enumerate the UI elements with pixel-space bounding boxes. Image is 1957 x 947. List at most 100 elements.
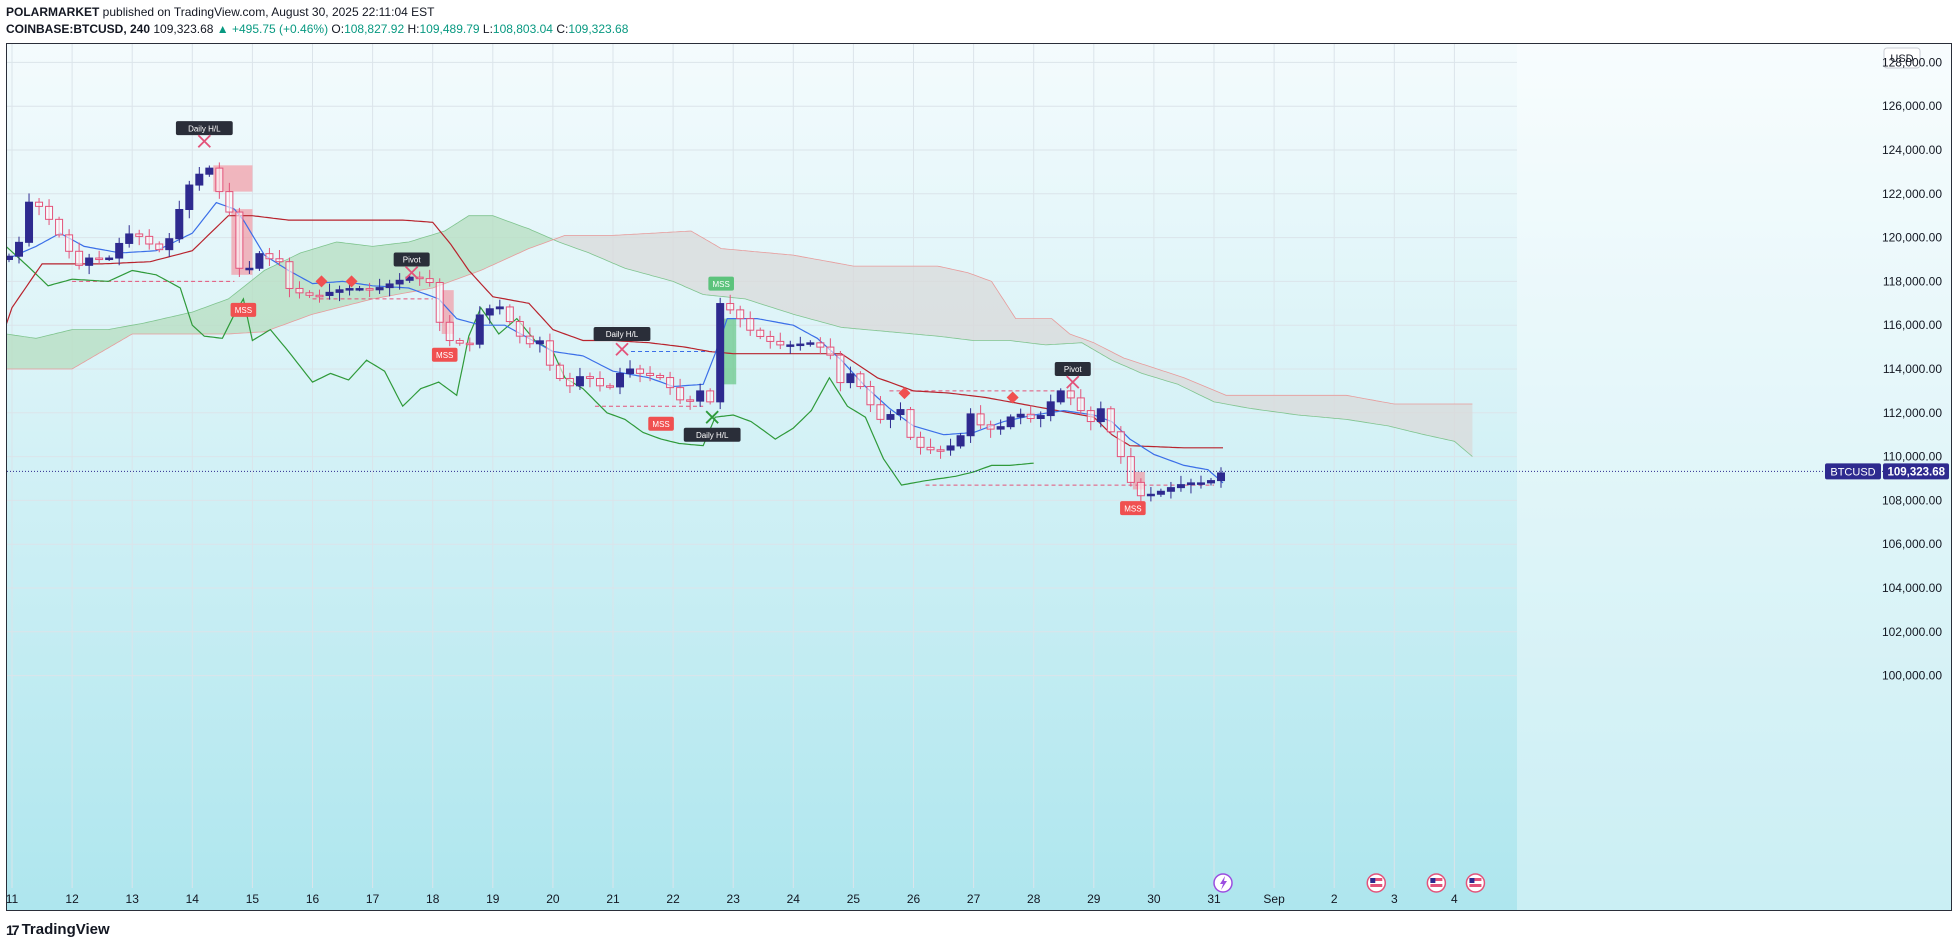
candle-bullish [15,241,24,257]
candle-bullish [796,343,805,347]
us-flag-icon [1426,873,1447,893]
author-name[interactable]: POLARMARKET [6,5,99,19]
candle-bullish [475,314,484,345]
candle-bullish [1146,493,1155,497]
tradingview-footer[interactable]: 17 TradingView [6,921,110,938]
mss-badge-text: MSS [652,420,669,429]
candle-bullish [485,308,494,316]
candle-bearish [135,233,144,237]
us-flag-icon-circle [1426,873,1447,893]
time-tick-label: 18 [426,892,440,906]
candle-bearish [65,234,74,252]
candle-bearish [816,342,825,348]
candle-bearish [515,321,524,337]
candle-bullish [355,288,364,291]
flag-stripe [1370,884,1383,887]
candle-bullish [575,376,584,387]
time-tick-label: 12 [65,892,79,906]
candle-bullish [696,390,705,402]
candle-bearish [445,321,454,342]
time-tick-label: 30 [1147,892,1161,906]
pivot-badge: Pivot [393,252,430,267]
candle-bearish [1106,408,1115,433]
time-tick-label: 16 [306,892,320,906]
price-tick-label: 128,000.00 [1882,55,1942,69]
candle-bullish [165,238,174,251]
candle-bearish [425,278,434,283]
close-label: C: [556,22,569,36]
candle-bullish [375,287,384,291]
time-tick-label: 13 [126,892,140,906]
time-tick-label: 22 [666,892,680,906]
chart-frame[interactable]: Daily H/L MSS Pivot MSS Daily H/L MSS MSS Daily… [6,43,1952,911]
time-tick-label: 3 [1391,892,1398,906]
mss-badge-text: MSS [235,306,252,315]
flag-canton [1370,878,1376,883]
candle-bearish [926,446,935,451]
candle-bullish [105,257,114,261]
candle-bearish [435,281,444,323]
publish-info: published on TradingView.com, August 30,… [102,5,435,19]
candle-bullish [896,409,905,416]
mss-badge-bull-text: MSS [713,280,730,289]
candle-bearish [155,243,164,251]
time-tick-label: 15 [246,892,260,906]
candle-bearish [836,354,845,384]
candle-bullish [886,414,895,420]
price-tick-label: 122,000.00 [1882,187,1942,201]
time-tick-label: 20 [546,892,560,906]
tradingview-brand: TradingView [21,921,110,938]
candle-bullish [786,344,795,347]
open-label: O: [331,22,345,36]
low-value: 108,803.04 [492,22,553,36]
candle-bullish [1016,413,1025,418]
candle-bearish [1076,397,1085,412]
candle-bullish [185,184,194,210]
candle-bearish [145,235,154,245]
daily-hl-badge: Daily H/L [683,427,741,442]
candle-bearish [275,258,284,263]
time-tick-label: Sep [1263,892,1285,906]
price-tick-label: 120,000.00 [1882,231,1942,245]
candle-bearish [876,404,885,420]
candle-bullish [325,291,334,296]
candle-bearish [826,346,835,356]
candle-bearish [766,335,775,342]
candle-bullish [716,303,725,403]
candle-bullish [85,257,94,266]
last-price: 109,323.68 [153,22,214,36]
price-tick-label: 102,000.00 [1882,625,1942,639]
candle-bearish [726,303,735,311]
candle-bearish [1026,413,1035,419]
publish-line: POLARMARKET published on TradingView.com… [6,5,434,19]
daily-hl-badge: Daily H/L [175,121,233,136]
candle-bullish [1196,482,1205,485]
price-tick-label: 104,000.00 [1882,581,1942,595]
candle-bearish [636,368,645,374]
candle-bearish [1116,431,1125,458]
candle-bearish [45,205,54,220]
close-value: 109,323.68 [568,22,629,36]
candle-bearish [545,340,554,366]
candle-bearish [676,387,685,401]
candle-bearish [565,377,574,387]
candle-bullish [1056,390,1065,403]
time-tick-label: 28 [1027,892,1041,906]
candle-bearish [936,449,945,452]
candle-bullish [1006,416,1015,428]
mss-badge-text: MSS [1124,504,1141,513]
price-tick-label: 106,000.00 [1882,537,1942,551]
price-tick-label: 108,000.00 [1882,493,1942,507]
pivot-badge-text: Pivot [403,256,422,265]
candle-bearish [595,377,604,387]
price-tick-label: 118,000.00 [1883,274,1942,288]
price-chart[interactable]: Daily H/L MSS Pivot MSS Daily H/L MSS MSS Daily… [7,44,1951,910]
daily-hl-badge: Daily H/L [593,326,651,341]
candle-bullish [1046,401,1055,417]
mss-badge: MSS [648,416,674,431]
candle-bullish [245,267,254,271]
candle-bullish [25,201,34,243]
candle-bullish [1217,472,1226,482]
candle-bearish [95,257,104,261]
candle-bullish [1166,487,1175,492]
